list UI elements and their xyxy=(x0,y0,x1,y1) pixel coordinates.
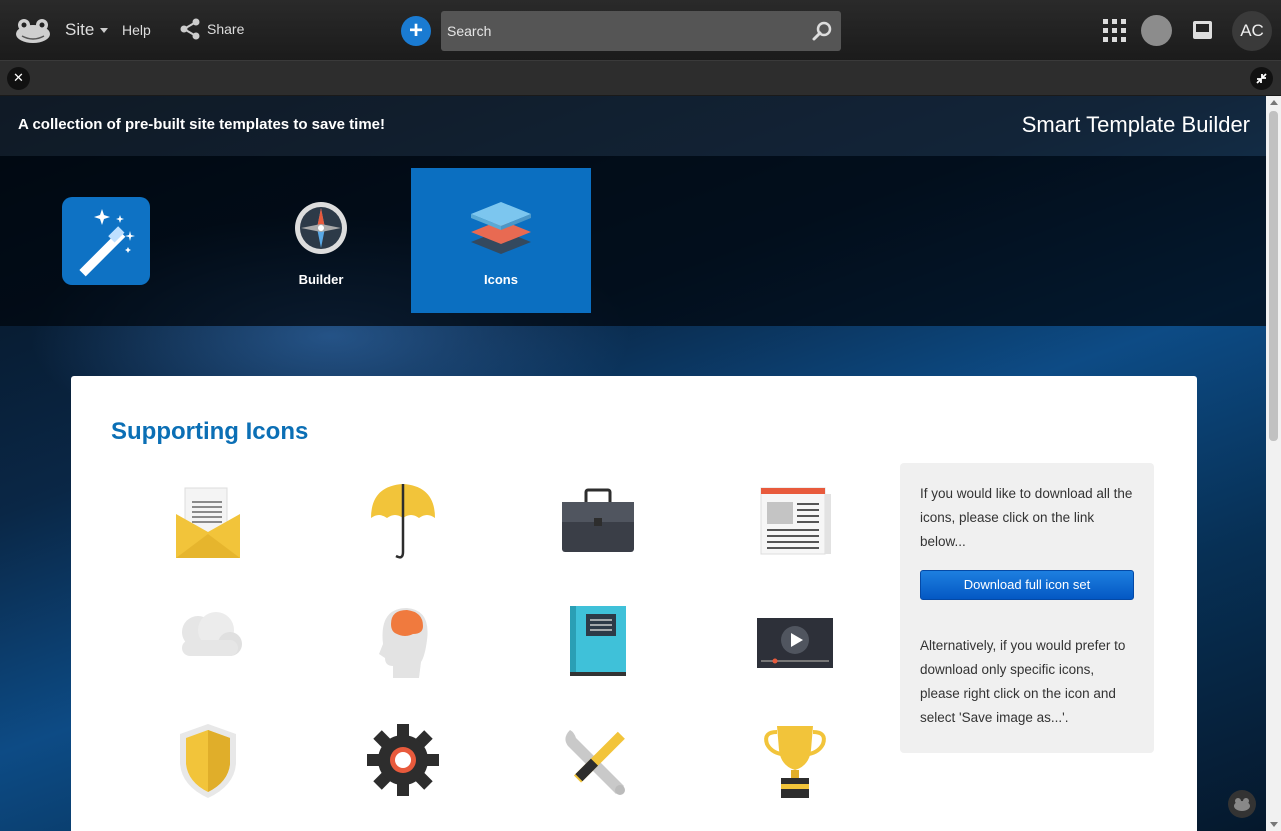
trophy-icon[interactable] xyxy=(755,720,835,800)
magic-wand-icon xyxy=(79,209,135,277)
info-text-bottom: Alternatively, if you would prefer to do… xyxy=(920,638,1126,725)
scroll-up-arrow-icon[interactable] xyxy=(1270,100,1278,105)
search-box xyxy=(441,11,841,51)
briefcase-icon[interactable] xyxy=(558,480,638,560)
share-icon xyxy=(180,18,200,40)
apps-grid-icon[interactable] xyxy=(1103,19,1126,42)
download-info-box: If you would like to download all the ic… xyxy=(900,463,1154,753)
icons-panel: Supporting Icons If you would like to do… xyxy=(71,376,1197,831)
envelope-icon[interactable] xyxy=(168,480,248,560)
inbox-icon[interactable] xyxy=(1192,20,1213,40)
info-text-top: If you would like to download all the ic… xyxy=(920,486,1133,549)
tab-builder[interactable]: Builder xyxy=(231,168,411,313)
help-assistant-button[interactable] xyxy=(1228,790,1256,818)
tab-wand[interactable] xyxy=(62,197,150,285)
site-menu[interactable]: Site xyxy=(65,20,109,40)
help-link[interactable]: Help xyxy=(122,22,151,38)
compass-icon xyxy=(295,202,347,254)
add-button[interactable]: + xyxy=(401,16,431,46)
tools-icon[interactable] xyxy=(558,720,638,800)
status-indicator[interactable] xyxy=(1141,15,1172,46)
cloud-icon[interactable] xyxy=(168,600,248,680)
tab-builder-label: Builder xyxy=(298,272,344,287)
collapse-button[interactable] xyxy=(1250,67,1273,90)
close-button[interactable]: ✕ xyxy=(7,67,30,90)
search-icon[interactable] xyxy=(811,20,833,42)
tab-icons[interactable]: Icons xyxy=(411,168,591,313)
page-title: Smart Template Builder xyxy=(1021,112,1250,137)
search-input[interactable] xyxy=(441,11,801,51)
plus-icon: + xyxy=(408,17,423,44)
share-button[interactable]: Share xyxy=(179,18,244,40)
tab-icons-label: Icons xyxy=(484,272,518,287)
download-icon-set-button[interactable]: Download full icon set xyxy=(920,570,1134,600)
scroll-thumb[interactable] xyxy=(1269,111,1278,441)
site-menu-label: Site xyxy=(65,20,95,39)
scroll-down-arrow-icon[interactable] xyxy=(1270,822,1278,827)
frog-icon xyxy=(1234,798,1250,811)
tab-strip xyxy=(0,156,1266,326)
newspaper-icon[interactable] xyxy=(755,480,835,560)
book-icon[interactable] xyxy=(558,600,638,680)
chevron-down-icon xyxy=(100,27,109,33)
header-banner: A collection of pre-built site templates… xyxy=(0,96,1266,156)
top-bar: Site Help Share + AC xyxy=(0,0,1281,61)
panel-title: Supporting Icons xyxy=(111,418,309,445)
shield-icon[interactable] xyxy=(168,720,248,800)
video-player-icon[interactable] xyxy=(755,600,835,680)
close-icon: ✕ xyxy=(13,70,24,85)
frog-logo-icon[interactable] xyxy=(14,14,52,46)
gear-icon[interactable] xyxy=(363,720,443,800)
share-label: Share xyxy=(207,21,245,37)
avatar[interactable]: AC xyxy=(1232,11,1272,51)
layers-icon xyxy=(471,202,531,254)
page-tagline: A collection of pre-built site templates… xyxy=(18,116,386,133)
main-content: A collection of pre-built site templates… xyxy=(0,96,1266,831)
sub-toolbar: ✕ xyxy=(0,61,1281,96)
collapse-arrows-icon xyxy=(1256,73,1267,84)
brain-head-icon[interactable] xyxy=(363,600,443,680)
vertical-scrollbar[interactable] xyxy=(1266,96,1281,831)
umbrella-icon[interactable] xyxy=(363,480,443,560)
